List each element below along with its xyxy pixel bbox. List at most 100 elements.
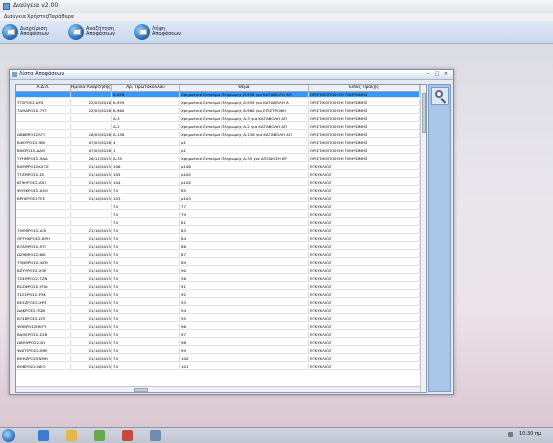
table-row[interactable]: Β7ΑΘΡΟΣ2-9ΤΙ 21/10/2015 74 86 ΕΓΚΥΚΛΙΟΣ [16, 244, 420, 250]
table-row[interactable]: ΒΧΚΡΟΣ2-ΔΑΘ 07/03/2016 1 ρ1 ΟΡΙΣΤΙΚΟΠΟΙΗΣΗ Π… [16, 148, 420, 154]
table-row[interactable]: ΩΒΗΨΡΟΣ2-Β1 21/10/2015 74 98 ΕΓΚΥΚΛΙΟΣ [16, 340, 420, 346]
start-button[interactable] [2, 429, 15, 442]
cell-date: 21/10/2015 [71, 244, 112, 250]
cell-subject: ρ105 [180, 172, 309, 178]
table-row[interactable]: ΒΕΣΖΡΟΣ2-ΧΡ3 21/10/2015 74 93 ΕΓΚΥΚΛΙΟΣ [16, 300, 420, 306]
cell-protocol: 74 [112, 364, 180, 370]
table-row[interactable]: ΨΟ9ΚΡΟΣ2-04Ο 21/10/2015 74 85 ΕΓΚΥΚΛΙΟΣ [16, 188, 420, 194]
decisions-list-window: Λίστα Αποφάσεων – □ × Α.Δ.Α. Ημ/νία Ανάρ… [9, 69, 454, 395]
cell-subject: 99 [180, 348, 309, 354]
column-header-type[interactable]: Είδος Πράξης [309, 85, 420, 91]
horizontal-scrollbar[interactable] [16, 386, 420, 392]
close-button[interactable]: × [443, 71, 449, 77]
clock[interactable]: 10:30 πμ [519, 431, 541, 437]
window-titlebar[interactable]: Λίστα Αποφάσεων – □ × [10, 70, 453, 80]
cell-subject: 83 [180, 228, 309, 234]
cell-date: 21/10/2015 [71, 332, 112, 338]
cell-date [71, 124, 112, 130]
minimize-button[interactable]: – [425, 71, 431, 77]
table-row[interactable]: 74 79 ΕΓΚΥΚΛΙΟΣ [16, 212, 420, 218]
table-row[interactable]: 73ΝΘΡΟΣ2-4ΖΘ 21/10/2015 74 89 ΕΓΚΥΚΛΙΟΣ [16, 260, 420, 266]
table-row[interactable]: 7ΘΘ9ΡΟΣ2-Α3Ι 21/10/2015 74 83 ΕΓΚΥΚΛΙΟΣ [16, 228, 420, 234]
vertical-scrollbar[interactable] [420, 85, 426, 392]
search-button[interactable] [431, 87, 449, 105]
cell-date: 21/10/2015 [71, 356, 112, 362]
table-row[interactable]: ΒΖΥΥΡΟΣ2-Χ3Ε 21/10/2015 74 90 ΕΓΚΥΚΛΙΟΣ [16, 268, 420, 274]
download-decisions-icon [134, 24, 150, 40]
table-row[interactable]: Β1ΖΦΡΟΣ2-ΥΠΑ 21/10/2015 74 91 ΕΓΚΥΚΛΙΟΣ [16, 284, 420, 290]
cell-protocol: 74 [112, 300, 180, 306]
table-row[interactable]: 7ΣΣΣΡΟΣ2-Ρ3Κ 21/10/2015 74 92 ΕΓΚΥΚΛΙΟΣ [16, 292, 420, 298]
table-row[interactable]: ΒΡΗΕΡΟΣ2ΤΕΣ 21/10/2015 103 ρ103 ΕΓΚΥΚΛΙΟΣ [16, 196, 420, 202]
cell-type: ΕΓΚΥΚΛΙΟΣ [309, 172, 420, 178]
cell-ada [16, 124, 71, 130]
table-row[interactable]: ΟΡΤΗΚΡΟΣ2-8ΡΗ 21/10/2015 74 84 ΕΓΚΥΚΛΙΟΣ [16, 236, 420, 242]
cell-date: 21/10/2015 [71, 188, 112, 194]
menu-item-windows[interactable]: Παράθυρα [46, 14, 76, 20]
table-row[interactable]: ΒΑΘΕΡΟΣ2-Σ2Β 21/10/2015 74 97 ΕΓΚΥΚΛΙΟΣ [16, 332, 420, 338]
cell-ada [16, 212, 71, 218]
cell-protocol: 74 [112, 220, 180, 226]
table-row[interactable]: Β748ΡΟΣ2-ΩΤΙ 21/10/2015 74 95 ΕΓΚΥΚΛΙΟΣ [16, 316, 420, 322]
table-row[interactable]: Β4ΚΥΡΟΣ2-9ΒΙ 07/03/2016 4 ρ1 ΟΡΙΣΤΙΚΟΠΟΙΗΣΗ … [16, 140, 420, 146]
search-decisions-button[interactable]: Αναζήτηση Αποφάσεων [68, 23, 115, 41]
table-row[interactable]: 7Ζ4ΘΡΟΣ2-ΤΖΝ 21/10/2015 74 56 ΕΓΚΥΚΛΙΟΣ [16, 276, 420, 282]
cell-ada: ΨΟ9ΚΡΟΣ2-04Ο [16, 188, 71, 194]
column-header-subject[interactable]: Θέμα [180, 85, 309, 91]
cell-subject: 94 [180, 308, 309, 314]
cell-protocol: 74 [112, 244, 180, 250]
table-row[interactable]: 7ΥΗΜΡΟΣ2-9ΑΔ 26/11/2015 Α-35 Χρηματικό Εντα… [16, 156, 420, 162]
download-decisions-button[interactable]: Λήψη Αποφάσεων [134, 23, 181, 41]
column-header-date[interactable]: Ημ/νία Ανάρτησης [71, 85, 112, 91]
diavgeia-taskbar-icon[interactable] [150, 430, 161, 441]
cell-date: 21/10/2015 [71, 268, 112, 274]
cell-ada: ΒΕΣΖΡΟΣ2-ΧΡ3 [16, 300, 71, 306]
cell-type: ΕΓΚΥΚΛΙΟΣ [309, 252, 420, 258]
table-row[interactable]: ΒΧΜΡΡΟΣ2ΚΧΞΖ 21/10/2015 106 ρ106 ΕΓΚΥΚΛΙΟΣ [16, 164, 420, 170]
table-row[interactable]: 7ΑΘΔΡΟΣ2-7ΥΞ 22/03/2016 8-960 Χρηματικό Εντ… [16, 108, 420, 114]
table-row[interactable]: Α-3 Χρηματικό Ενταλμα Πληρωμής Α-3 για ΚΑ… [16, 116, 420, 122]
cell-ada: ΟΡΤΗΚΡΟΣ2-8ΡΗ [16, 236, 71, 242]
magnifier-handle [440, 98, 447, 104]
table-row[interactable]: ΩΒ6ΒΡΟΣ2ΛΤΞ 18/03/2016 Α-158 Χρηματικό Εντα… [16, 132, 420, 138]
table-row[interactable]: ΨΘΒΡΟΣ2ΗΚΤΥ 21/10/2015 74 96 ΕΓΚΥΚΛΙΟΣ [16, 324, 420, 330]
manage-decisions-button[interactable]: Διαχείριση Αποφάσεων [2, 23, 49, 41]
table-row[interactable]: ΩΑΚΡΟΣ2-7ΩΒ 21/10/2015 74 94 ΕΓΚΥΚΛΙΟΣ [16, 308, 420, 314]
table-row[interactable]: 74 81 ΕΓΚΥΚΛΙΟΣ [16, 220, 420, 226]
cell-ada: ΩΑΚΡΟΣ2-7ΩΒ [16, 308, 71, 314]
table-row[interactable]: 7ΤΖΜΡΟΣ2-ΣΙΙ 21/10/2015 105 ρ105 ΕΓΚΥΚΛΙΟΣ [16, 172, 420, 178]
cell-type: ΕΓΚΥΚΛΙΟΣ [309, 244, 420, 250]
media-icon[interactable] [94, 430, 105, 441]
cell-type: ΕΓΚΥΚΛΙΟΣ [309, 268, 420, 274]
cell-type: ΟΡΙΣΤΙΚΟΠΟΙΗΣΗ ΠΛΗΡΩΜΗΣ [309, 100, 420, 106]
cell-type: ΕΓΚΥΚΛΙΟΣ [309, 356, 420, 362]
cell-ada: ΩΒ6ΒΡΟΣ2ΛΤΞ [16, 132, 71, 138]
table-row[interactable]: ΩΖ9ΒΡΟΣ2-6ΙΚ 21/10/2015 74 87 ΕΓΚΥΚΛΙΟΣ [16, 252, 420, 258]
table-row[interactable]: ΒΓ9ΗΡΟΣ2-ΑΧΞ 21/10/2015 104 ρ104 ΕΓΚΥΚΛΙΟΣ [16, 180, 420, 186]
cell-subject: 79 [180, 212, 309, 218]
ie-icon[interactable] [38, 430, 49, 441]
horizontal-scroll-thumb[interactable] [134, 388, 148, 392]
table-row[interactable]: 7ΤΣΡΟΣ2-0Ρ4 22/03/2016 8-959 Χρηματικό Εντα… [16, 100, 420, 106]
network-icon[interactable] [508, 432, 513, 437]
cell-date: 21/10/2015 [71, 252, 112, 258]
cell-date: 07/03/2016 [71, 148, 112, 154]
table-row[interactable]: ΒΗΗΖΡΟΣ2ΝΜΗ 21/10/2015 74 100 ΕΓΚΥΚΛΙΟΣ [16, 356, 420, 362]
vertical-scroll-thumb[interactable] [422, 93, 426, 133]
cell-ada: ΩΒΗΨΡΟΣ2-Β1 [16, 340, 71, 346]
table-row[interactable]: 8-958 Χρηματικό Ενταλμα Πληρωμής 8-958 γι… [16, 92, 420, 98]
column-header-protocol[interactable]: Αρ. Πρωτοκόλλου [112, 85, 180, 91]
cell-subject: Χρηματικό Ενταλμα Πληρωμής Α-3 για ΚΑΤΑΒ… [180, 116, 309, 122]
folder-icon[interactable] [66, 430, 77, 441]
app-icon-taskbar[interactable] [122, 430, 133, 441]
toolbar: Διαχείριση Αποφάσεων Αναζήτηση Αποφάσεων Λ… [0, 21, 553, 44]
table-row[interactable]: ΒΘΒΡΟΣ2-ΝΕΟ 21/10/2015 74 101 ΕΓΚΥΚΛΙΟΣ [16, 364, 420, 370]
table-row[interactable]: ΨΩΠΤΡΟΣ2-Β9Ε 21/10/2015 74 99 ΕΓΚΥΚΛΙΟΣ [16, 348, 420, 354]
cell-protocol: 74 [112, 236, 180, 242]
table-row[interactable]: Α-2 Χρηματικό Ενταλμα Πληρωμής Α-2 για ΚΑ… [16, 124, 420, 130]
maximize-button[interactable]: □ [434, 71, 440, 77]
cell-type: ΕΓΚΥΚΛΙΟΣ [309, 292, 420, 298]
column-header-ada[interactable]: Α.Δ.Α. [16, 85, 71, 91]
cell-date: 26/11/2015 [71, 156, 112, 162]
table-row[interactable]: 74 77 ΕΓΚΥΚΛΙΟΣ [16, 204, 420, 210]
